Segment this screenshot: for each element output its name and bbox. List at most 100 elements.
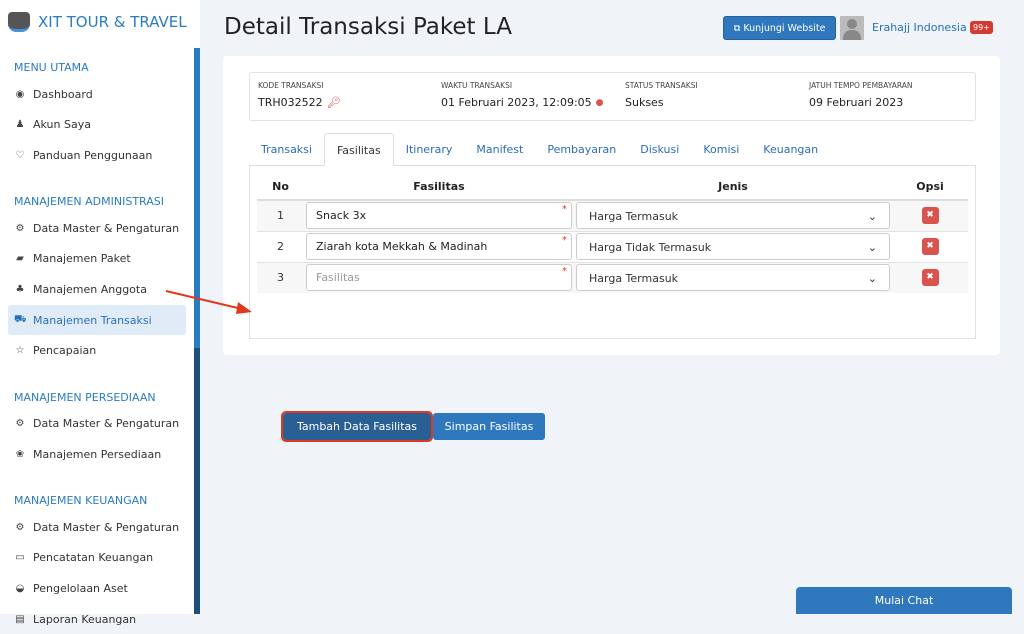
- sidebar-item-manajemen-paket[interactable]: ▰ Manajemen Paket: [8, 244, 186, 274]
- sidebar-item-pencapaian[interactable]: ☆ Pencapaian: [8, 336, 186, 366]
- sidebar-item-label: Data Master & Pengaturan: [33, 520, 180, 534]
- sidebar-item-label: Panduan Penggunaan: [33, 148, 153, 162]
- sidebar-item-pengelolaan-aset[interactable]: ◒ Pengelolaan Aset: [8, 573, 186, 603]
- required-icon: *: [562, 266, 567, 278]
- save-facility-button[interactable]: Simpan Fasilitas: [433, 413, 545, 440]
- add-facility-button[interactable]: Tambah Data Fasilitas: [281, 411, 433, 442]
- sidebar-item-laporan-keuangan[interactable]: ▤ Laporan Keuangan: [8, 604, 186, 634]
- globe-icon: ●: [595, 97, 604, 108]
- tab-keuangan[interactable]: Keuangan: [751, 133, 830, 166]
- delete-row-button[interactable]: ✖: [921, 207, 939, 225]
- chevron-down-icon: ⌄: [867, 241, 877, 254]
- detail-card: KODE TRANSAKSI TRH032522 🔑︎ WAKTU TRANSAKS…: [223, 56, 1000, 442]
- cubes-icon: ❀: [15, 448, 25, 460]
- tab-pembayaran[interactable]: Pembayaran: [535, 133, 628, 166]
- money-icon: ▭: [15, 552, 25, 564]
- tab-komisi[interactable]: Komisi: [691, 133, 751, 166]
- sidebar-item-label: Manajemen Persediaan: [33, 447, 162, 461]
- required-icon: *: [562, 204, 567, 216]
- notification-badge[interactable]: 99+: [970, 21, 993, 34]
- sidebar-item-dashboard[interactable]: ◉ Dashboard: [8, 79, 186, 109]
- sidebar-item-data-master-pengaturan[interactable]: ⚙ Data Master & Pengaturan: [8, 409, 186, 439]
- table-row: 1 Snack 3x * Harga Termasuk ⌄ ✖: [257, 199, 968, 231]
- row-number: 1: [257, 199, 304, 231]
- sidebar-section-title: MENU UTAMA: [14, 61, 89, 74]
- visit-website-button[interactable]: ⧉ Kunjungi Website: [723, 16, 836, 40]
- sidebar-item-akun-saya[interactable]: ♟ Akun Saya: [8, 110, 186, 140]
- info-waktu: WAKTU TRANSAKSI 01 Februari 2023, 12:09:0…: [441, 81, 604, 109]
- sidebar-item-pencatatan-keuangan[interactable]: ▭ Pencatatan Keuangan: [8, 543, 186, 573]
- tab-transaksi[interactable]: Transaksi: [249, 133, 324, 166]
- delete-row-button[interactable]: ✖: [921, 269, 939, 287]
- jenis-select[interactable]: Harga Termasuk ⌄: [576, 202, 890, 230]
- sidebar-section-title: MANAJEMEN KEUANGAN: [14, 494, 148, 507]
- gears-icon: ⚙: [15, 521, 25, 533]
- star-icon: ☆: [15, 345, 25, 357]
- header-fasilitas: Fasilitas: [304, 174, 574, 201]
- sidebar-item-label: Manajemen Anggota: [33, 283, 147, 296]
- fasilitas-input[interactable]: Fasilitas *: [306, 264, 572, 292]
- info-kode: KODE TRANSAKSI TRH032522 🔑︎: [258, 81, 341, 109]
- tab-manifest[interactable]: Manifest: [464, 133, 535, 166]
- tab-diskusi[interactable]: Diskusi: [628, 133, 691, 166]
- jenis-select[interactable]: Harga Tidak Termasuk ⌄: [576, 233, 890, 260]
- tab-itinerary[interactable]: Itinerary: [394, 133, 465, 166]
- sidebar-item-label: Manajemen Transaksi: [33, 313, 152, 327]
- gears-icon: ⚙: [15, 418, 25, 430]
- header-no: No: [257, 174, 304, 201]
- sidebar-item-label: Pengelolaan Aset: [33, 581, 128, 595]
- sidebar-section-title: MANAJEMEN PERSEDIAAN: [14, 390, 156, 404]
- brand-name: XIT TOUR & TRAVEL: [38, 13, 187, 31]
- sidebar-item-data-master-pengaturan[interactable]: ⚙ Data Master & Pengaturan: [8, 213, 186, 243]
- users-icon: ♣: [15, 284, 25, 295]
- page-title: Detail Transaksi Paket LA: [224, 14, 512, 40]
- fasilitas-table-container: No Fasilitas Jenis Opsi 1 Snack 3x * Harg…: [249, 166, 976, 442]
- sidebar-item-label: Dashboard: [33, 87, 93, 101]
- sidebar-item-label: Manajemen Paket: [33, 252, 131, 266]
- required-icon: *: [562, 235, 567, 246]
- row-number: 3: [257, 261, 304, 293]
- chevron-down-icon: ⌄: [867, 210, 877, 224]
- visit-label: Kunjungi Website: [743, 22, 826, 34]
- table-row: 3 Fasilitas * Harga Termasuk ⌄ ✖: [257, 261, 968, 293]
- book-icon: ▰: [16, 253, 24, 265]
- sidebar-section-title: MANAJEMEN ADMINISTRASI: [14, 195, 164, 209]
- fasilitas-input[interactable]: Ziarah kota Mekkah & Madinah *: [306, 233, 572, 260]
- kaaba-icon: [8, 12, 30, 32]
- transaction-info: KODE TRANSAKSI TRH032522 🔑︎ WAKTU TRANSAKS…: [249, 72, 976, 121]
- info-jatuh-tempo: JATUH TEMPO PEMBAYARAN 09 Februari 2023: [809, 81, 913, 109]
- brand-logo[interactable]: XIT TOUR & TRAVEL: [8, 12, 187, 32]
- key-icon: 🔑︎: [326, 96, 341, 109]
- external-link-icon: ⧉: [733, 22, 741, 34]
- report-icon: ▤: [15, 613, 25, 625]
- sidebar-item-label: Pencapaian: [33, 344, 97, 358]
- fasilitas-table: No Fasilitas Jenis Opsi 1 Snack 3x * Harg…: [257, 174, 968, 293]
- table-row: 2 Ziarah kota Mekkah & Madinah * Harga Ti…: [257, 230, 968, 262]
- row-number: 2: [257, 230, 304, 262]
- delete-row-button[interactable]: ✖: [921, 238, 939, 255]
- sidebar-item-label: Akun Saya: [33, 118, 91, 132]
- lightbulb-icon: ♡: [15, 149, 25, 161]
- sidebar-item-label: Data Master & Pengaturan: [33, 417, 180, 431]
- annotation-arrow: [165, 290, 252, 314]
- sidebar-item-manajemen-persediaan[interactable]: ❀ Manajemen Persediaan: [8, 439, 186, 469]
- header-jenis: Jenis: [574, 174, 892, 201]
- fasilitas-input[interactable]: Snack 3x *: [306, 202, 572, 230]
- hdd-icon: ◒: [15, 582, 25, 594]
- jenis-select[interactable]: Harga Termasuk ⌄: [576, 264, 890, 292]
- user-name-link[interactable]: Erahajj Indonesia: [872, 21, 967, 34]
- start-chat-button[interactable]: Mulai Chat: [796, 587, 1012, 614]
- info-status: STATUS TRANSAKSI Sukses: [625, 81, 698, 109]
- avatar[interactable]: [840, 16, 864, 40]
- chevron-down-icon: ⌄: [867, 272, 877, 286]
- sidebar-item-label: Data Master & Pengaturan: [33, 221, 180, 235]
- sidebar-item-label: Pencatatan Keuangan: [33, 551, 154, 565]
- globe-icon: ◉: [15, 88, 25, 100]
- gears-icon: ⚙: [15, 222, 25, 234]
- sidebar-item-data-master-pengaturan[interactable]: ⚙ Data Master & Pengaturan: [8, 512, 186, 542]
- user-icon: ♟: [15, 119, 25, 131]
- tab-fasilitas[interactable]: Fasilitas: [323, 133, 394, 166]
- tab-bar: Transaksi Fasilitas Itinerary Manifest Pemba…: [249, 133, 976, 166]
- sidebar-item-panduan-penggunaan[interactable]: ♡ Panduan Penggunaan: [8, 140, 186, 170]
- header-opsi: Opsi: [892, 174, 968, 201]
